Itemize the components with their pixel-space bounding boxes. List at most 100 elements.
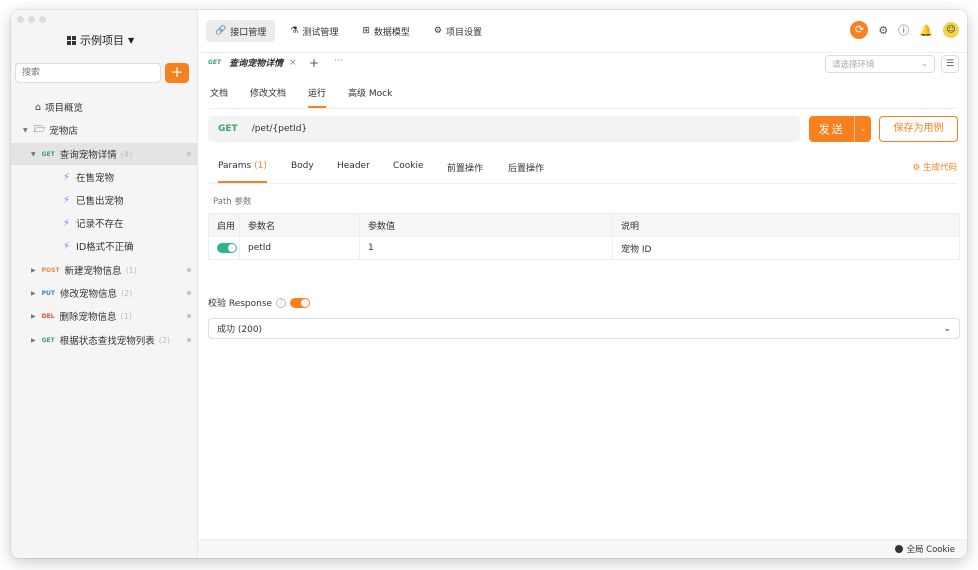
chevron-right-icon[interactable]: ▶ (31, 313, 36, 320)
status-dot (187, 152, 191, 156)
chevron-down-icon[interactable]: ▼ (31, 151, 36, 158)
app-window: 示例项目 ▼ + ⌂ 项目概览 ▼ 🗁 宠物店 ▼ GET 查询宠物详情 (4)… (11, 10, 967, 558)
tab-post-actions[interactable]: 后置操作 (508, 161, 544, 183)
request-path[interactable]: /pet/{petId} (252, 124, 307, 134)
tab-params[interactable]: Params (1) (218, 161, 267, 183)
window-controls (17, 16, 46, 23)
sidebar-endpoint-put-pet[interactable]: ▶ PUT 修改宠物信息 (2) (11, 282, 197, 304)
chevron-down-icon[interactable]: ⌄ (854, 116, 871, 142)
link-icon: 🔗 (215, 26, 227, 36)
more-tabs-button[interactable]: ··· (334, 56, 343, 66)
sidebar-case-not-found[interactable]: ⚡ 记录不存在 (11, 212, 197, 234)
tab-cookie[interactable]: Cookie (393, 161, 424, 183)
project-title: 示例项目 (80, 34, 124, 47)
enable-toggle[interactable] (217, 242, 237, 253)
settings-icon[interactable]: ⚙ (878, 24, 888, 37)
close-icon[interactable]: × (289, 58, 297, 68)
status-dot (187, 314, 191, 318)
nav-api-management[interactable]: 🔗 接口管理 (206, 20, 276, 42)
nav-data-models[interactable]: ⊞ 数据模型 (353, 20, 419, 42)
param-name-cell[interactable]: petId (239, 236, 360, 260)
method-badge: PUT (41, 289, 55, 297)
method-badge: GET (41, 150, 55, 158)
chevron-right-icon[interactable]: ▶ (31, 337, 36, 344)
sidebar-item-label: 查询宠物详情 (59, 150, 117, 161)
global-cookie-button[interactable]: 全局 Cookie (895, 543, 955, 555)
case-count: (2) (158, 335, 171, 345)
case-count: (4) (120, 149, 133, 159)
tab-run[interactable]: 运行 (308, 87, 327, 108)
help-icon[interactable]: ⓘ (898, 22, 909, 38)
chevron-down-icon: ⌄ (920, 59, 928, 69)
chevron-down-icon[interactable]: ▼ (23, 127, 28, 134)
chevron-right-icon[interactable]: ▶ (31, 290, 36, 297)
nav-label: 项目设置 (445, 27, 482, 38)
folder-icon: 🗁 (33, 124, 46, 135)
sync-icon[interactable]: ⟳ (850, 21, 869, 39)
method-badge: GET (208, 59, 222, 66)
send-button[interactable]: 发送 ⌄ (809, 116, 871, 142)
help-icon[interactable]: ? (276, 297, 287, 308)
sidebar-endpoint-delete-pet[interactable]: ▶ DEL 删除宠物信息 (1) (11, 305, 197, 327)
nav-label: 测试管理 (302, 27, 339, 38)
sidebar-endpoint-get-pet[interactable]: ▼ GET 查询宠物详情 (4) (11, 143, 197, 165)
tab-body[interactable]: Body (291, 161, 314, 183)
save-as-case-button[interactable]: 保存为用例 (879, 116, 958, 142)
main-panel: 🔗 接口管理 ⚗ 测试管理 ⊞ 数据模型 ⚙ 项目设置 ⟳ ⚙ ⓘ 🔔 ☺ GE… (198, 10, 967, 558)
environment-select[interactable]: 请选择环境 ⌄ (825, 55, 935, 73)
status-footer: 全局 Cookie (198, 539, 967, 558)
flask-icon: ⚗ (290, 26, 299, 36)
params-table: 启用 参数名 参数值 说明 petId 1 宠物 ID (208, 213, 960, 260)
status-dot (187, 291, 191, 295)
response-select[interactable]: 成功 (200) ⌄ (208, 318, 960, 339)
sidebar-endpoint-post-pet[interactable]: ▶ POST 新建宠物信息 (1) (11, 259, 197, 281)
chevron-right-icon[interactable]: ▶ (31, 267, 36, 274)
close-window-button[interactable] (17, 16, 24, 23)
sidebar-item-overview[interactable]: ⌂ 项目概览 (11, 96, 197, 118)
sidebar-folder-petstore[interactable]: ▼ 🗁 宠物店 (11, 119, 197, 141)
method-badge: GET (41, 336, 55, 344)
sidebar-item-label: 在售宠物 (76, 173, 115, 184)
case-count: (2) (121, 288, 133, 298)
tab-header[interactable]: Header (337, 161, 370, 183)
nav-label: 数据模型 (373, 27, 410, 38)
tab-pre-actions[interactable]: 前置操作 (447, 161, 483, 183)
param-description-cell[interactable]: 宠物 ID (612, 236, 960, 260)
sidebar-case-sold[interactable]: ⚡ 已售出宠物 (11, 189, 197, 211)
sidebar-endpoint-find-by-status[interactable]: ▶ GET 根据状态查找宠物列表 (2) (11, 329, 197, 351)
tab-get-pet-details[interactable]: GET 查询宠物详情 × (208, 56, 297, 70)
avatar[interactable]: ☺ (943, 22, 959, 38)
tab-edit-docs[interactable]: 修改文档 (250, 87, 286, 108)
project-switcher[interactable]: 示例项目 ▼ (67, 32, 134, 48)
environment-menu-button[interactable]: ☰ (941, 55, 959, 73)
add-button[interactable]: + (165, 63, 189, 83)
bell-icon[interactable]: 🔔 (919, 24, 933, 37)
validate-response-row: 校验 Response ? (208, 296, 311, 309)
search-input[interactable] (15, 63, 161, 83)
param-value-cell[interactable]: 1 (359, 236, 613, 260)
sidebar-case-invalid-id[interactable]: ⚡ ID格式不正确 (11, 235, 197, 257)
sidebar-item-label: 项目概览 (45, 103, 84, 114)
table-row: petId 1 宠物 ID (208, 236, 960, 260)
global-cookie-label: 全局 Cookie (906, 545, 955, 555)
tab-advanced-mock[interactable]: 高级 Mock (348, 87, 392, 108)
nav-project-settings[interactable]: ⚙ 项目设置 (425, 20, 491, 42)
lightning-icon: ⚡ (63, 217, 71, 229)
send-label: 发送 (818, 123, 845, 136)
minimize-window-button[interactable] (28, 16, 35, 23)
lightning-icon: ⚡ (63, 194, 71, 206)
model-icon: ⊞ (362, 26, 370, 36)
response-select-value: 成功 (200) (217, 325, 263, 335)
nav-test-management[interactable]: ⚗ 测试管理 (281, 20, 347, 42)
generate-code-link[interactable]: ⚙ 生成代码 (913, 161, 957, 173)
new-tab-button[interactable]: + (309, 56, 319, 70)
document-tab-bar: GET 查询宠物详情 × + ··· 请选择环境 ⌄ ☰ (198, 53, 967, 77)
tab-docs[interactable]: 文档 (210, 87, 228, 108)
tab-label: Params (218, 161, 252, 171)
caret-down-icon: ▼ (128, 35, 135, 45)
request-url-bar[interactable]: GET /pet/{petId} (208, 116, 800, 142)
validate-response-toggle[interactable] (290, 297, 311, 308)
request-method[interactable]: GET (218, 124, 238, 134)
maximize-window-button[interactable] (39, 16, 46, 23)
sidebar-case-on-sale[interactable]: ⚡ 在售宠物 (11, 166, 197, 188)
